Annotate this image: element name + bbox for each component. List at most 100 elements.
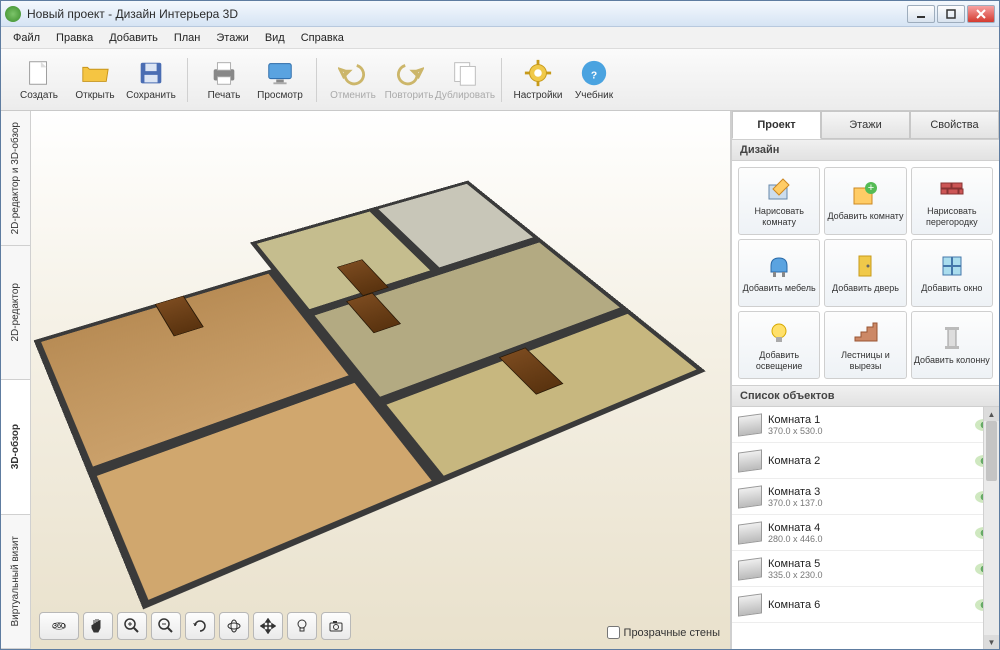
tab-2d[interactable]: 2D-редактор	[1, 246, 30, 381]
floorplan-3d	[31, 181, 713, 620]
draw-wall-button[interactable]: Нарисовать перегородку	[911, 167, 993, 235]
separator	[501, 58, 502, 102]
list-item[interactable]: Комната 5335.0 x 230.0	[732, 551, 999, 587]
tab-project[interactable]: Проект	[732, 111, 821, 139]
undo-button[interactable]: Отменить	[325, 52, 381, 108]
menu-file[interactable]: Файл	[7, 29, 46, 47]
add-furniture-button[interactable]: Добавить мебель	[738, 239, 820, 307]
brick-wall-icon	[938, 175, 966, 203]
window-icon	[938, 252, 966, 280]
add-light-button[interactable]: Добавить освещение	[738, 311, 820, 379]
view-toolbar: 360	[39, 611, 351, 641]
tab-virtual[interactable]: Виртуальный визит	[1, 515, 30, 650]
scrollbar[interactable]: ▲ ▼	[983, 407, 999, 649]
printer-icon	[209, 58, 239, 88]
separator	[316, 58, 317, 102]
draw-room-button[interactable]: Нарисовать комнату	[738, 167, 820, 235]
add-column-button[interactable]: Добавить колонну	[911, 311, 993, 379]
save-button[interactable]: Сохранить	[123, 52, 179, 108]
add-room-button[interactable]: +Добавить комнату	[824, 167, 906, 235]
turntable-button[interactable]: 360	[39, 612, 79, 640]
titlebar: Новый проект - Дизайн Интерьера 3D	[1, 1, 999, 27]
separator	[187, 58, 188, 102]
list-item[interactable]: Комната 2	[732, 443, 999, 479]
column-icon	[938, 324, 966, 352]
settings-button[interactable]: Настройки	[510, 52, 566, 108]
help-icon: ?	[579, 58, 609, 88]
menu-edit[interactable]: Правка	[50, 29, 99, 47]
workarea: 2D-редактор и 3D-обзор 2D-редактор 3D-об…	[1, 111, 999, 649]
menu-floors[interactable]: Этажи	[210, 29, 254, 47]
duplicate-button[interactable]: Дублировать	[437, 52, 493, 108]
room-icon	[738, 521, 762, 544]
expand-button[interactable]	[253, 612, 283, 640]
close-button[interactable]	[967, 5, 995, 23]
print-button[interactable]: Печать	[196, 52, 252, 108]
design-header: Дизайн	[732, 139, 999, 161]
3d-viewport[interactable]: 360 Прозрачные стены	[31, 111, 731, 649]
list-item[interactable]: Комната 1370.0 x 530.0	[732, 407, 999, 443]
stairs-button[interactable]: Лестницы и вырезы	[824, 311, 906, 379]
tab-2d-3d[interactable]: 2D-редактор и 3D-обзор	[1, 111, 30, 246]
app-icon	[5, 6, 21, 22]
undo-icon	[338, 58, 368, 88]
rotate-button[interactable]	[185, 612, 215, 640]
room-icon	[738, 557, 762, 580]
room-plus-icon: +	[851, 180, 879, 208]
menubar: Файл Правка Добавить План Этажи Вид Спра…	[1, 27, 999, 49]
list-item[interactable]: Комната 6	[732, 587, 999, 623]
snapshot-button[interactable]	[321, 612, 351, 640]
add-door-button[interactable]: Добавить дверь	[824, 239, 906, 307]
app-window: Новый проект - Дизайн Интерьера 3D Файл …	[0, 0, 1000, 650]
gear-icon	[523, 58, 553, 88]
tutorial-button[interactable]: ?Учебник	[566, 52, 622, 108]
zoom-out-button[interactable]	[151, 612, 181, 640]
open-button[interactable]: Открыть	[67, 52, 123, 108]
transparent-walls-checkbox[interactable]	[607, 626, 620, 639]
scroll-thumb[interactable]	[986, 421, 997, 481]
redo-button[interactable]: Повторить	[381, 52, 437, 108]
maximize-button[interactable]	[937, 5, 965, 23]
create-button[interactable]: Создать	[11, 52, 67, 108]
pan-button[interactable]	[83, 612, 113, 640]
room-icon	[738, 485, 762, 508]
scroll-down-icon[interactable]: ▼	[984, 635, 999, 649]
zoom-in-button[interactable]	[117, 612, 147, 640]
menu-help[interactable]: Справка	[295, 29, 350, 47]
right-tabs: Проект Этажи Свойства	[732, 111, 999, 139]
pencil-room-icon	[765, 175, 793, 203]
add-window-button[interactable]: Добавить окно	[911, 239, 993, 307]
door-icon	[851, 252, 879, 280]
menu-add[interactable]: Добавить	[103, 29, 164, 47]
room-icon	[738, 449, 762, 472]
chair-icon	[765, 252, 793, 280]
stairs-icon	[851, 319, 879, 347]
light-button[interactable]	[287, 612, 317, 640]
monitor-icon	[265, 58, 295, 88]
toolbar: Создать Открыть Сохранить Печать Просмот…	[1, 49, 999, 111]
list-item[interactable]: Комната 4280.0 x 446.0	[732, 515, 999, 551]
menu-plan[interactable]: План	[168, 29, 207, 47]
save-icon	[136, 58, 166, 88]
svg-text:+: +	[868, 182, 874, 194]
menu-view[interactable]: Вид	[259, 29, 291, 47]
window-title: Новый проект - Дизайн Интерьера 3D	[27, 7, 905, 21]
list-item[interactable]: Комната 3370.0 x 137.0	[732, 479, 999, 515]
right-panel: Проект Этажи Свойства Дизайн Нарисовать …	[731, 111, 999, 649]
svg-text:360: 360	[53, 621, 65, 630]
tab-3d[interactable]: 3D-обзор	[1, 380, 30, 515]
scroll-up-icon[interactable]: ▲	[984, 407, 999, 421]
view-tabs: 2D-редактор и 3D-обзор 2D-редактор 3D-об…	[1, 111, 31, 649]
orbit-button[interactable]	[219, 612, 249, 640]
tab-properties[interactable]: Свойства	[910, 111, 999, 139]
minimize-button[interactable]	[907, 5, 935, 23]
object-list: Комната 1370.0 x 530.0 Комната 2 Комната…	[732, 407, 999, 649]
new-file-icon	[24, 58, 54, 88]
objects-header: Список объектов	[732, 385, 999, 407]
room-icon	[738, 593, 762, 616]
redo-icon	[394, 58, 424, 88]
tab-floors[interactable]: Этажи	[821, 111, 910, 139]
folder-icon	[80, 58, 110, 88]
transparent-walls-toggle[interactable]: Прозрачные стены	[607, 626, 720, 639]
preview-button[interactable]: Просмотр	[252, 52, 308, 108]
